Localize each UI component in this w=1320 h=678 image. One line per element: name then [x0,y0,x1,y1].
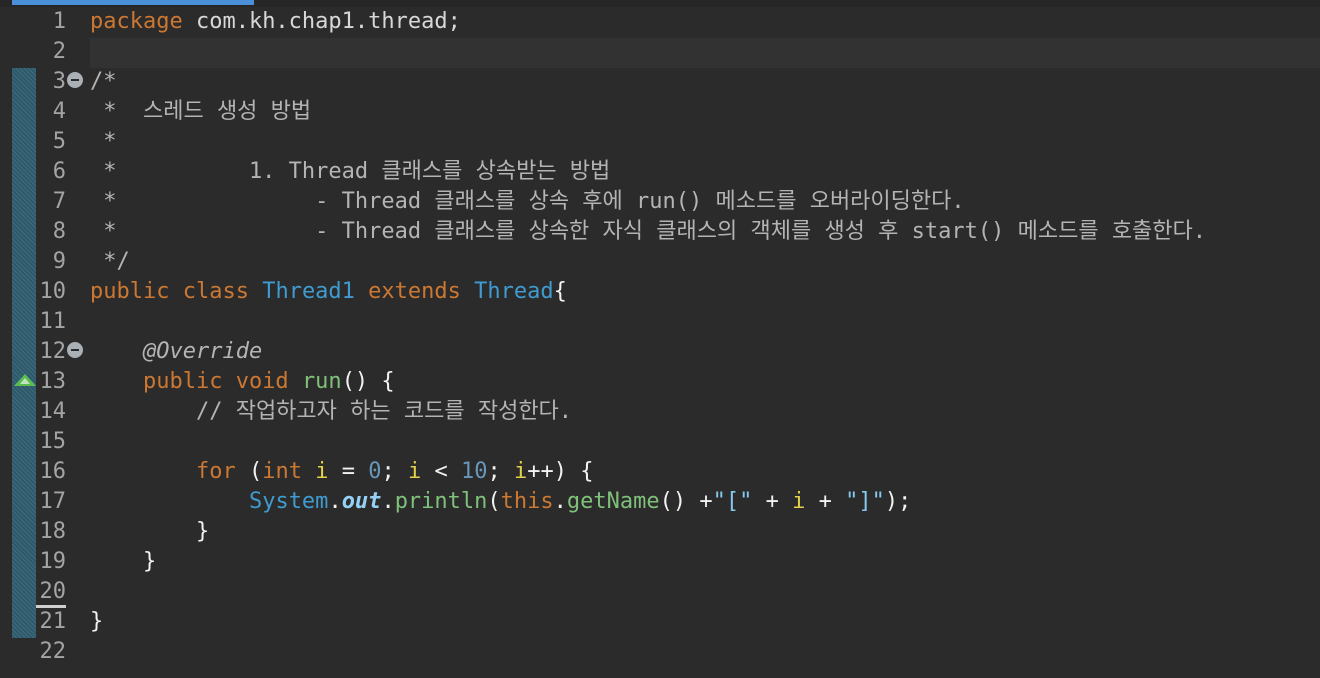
comment-line: */ [90,249,130,274]
keyword-this: this [500,489,554,514]
keyword-public-class: public class [90,279,249,304]
caret-line-marker [36,605,66,608]
code-line: } [90,607,1320,637]
collapse-icon[interactable] [67,72,83,88]
code-line: } [90,517,1320,547]
comment-line: /* [90,69,117,94]
line-number: 6 [52,159,66,184]
line-number: 14 [39,399,67,424]
superclass-name: Thread [474,279,554,304]
number-literal: 0 [368,459,382,484]
line-number: 19 [39,549,67,574]
line-number: 4 [52,99,66,124]
line-number: 7 [52,189,66,214]
line-number: 8 [52,219,66,244]
string-literal: "[" [712,489,753,514]
method-name: println [394,489,488,514]
variable-i: i [513,459,528,484]
collapse-icon[interactable] [67,342,83,358]
line-number: 2 [52,39,66,64]
keyword-extends: extends [368,279,461,304]
line-number: 1 [52,9,66,34]
line-number: 5 [52,129,66,154]
class-name: Thread1 [262,279,355,304]
brace: } [142,549,157,574]
comment-line: * 1. Thread 클래스를 상속받는 방법 [90,159,611,184]
line-number-gutter: 1 2 3 4 5 6 7 8 9 10 11 12 13 14 15 16 1… [36,7,67,667]
punctuation: ; [381,459,408,484]
line-comment: // 작업하고자 하는 코드를 작성한다. [195,399,573,424]
method-name: run [301,369,342,394]
brace: } [90,609,104,634]
code-line: // 작업하고자 하는 코드를 작성한다. [90,397,1320,427]
line-number: 17 [39,489,67,514]
number-literal: 10 [460,459,488,484]
override-marker-icon[interactable] [14,374,36,386]
punctuation: ); [884,489,912,514]
active-tab-indicator [12,0,254,5]
punctuation: () + [659,489,713,514]
class-name: System [248,489,329,514]
line-number: 15 [39,429,67,454]
code-line: for (int i = 0; i < 10; i++) { [90,457,1320,487]
brace: { [553,279,567,304]
operator: + [752,489,793,514]
code-line: @Override [90,337,1320,367]
static-field: out [341,489,382,514]
keyword-package: package [90,9,183,34]
code-line: package com.kh.chap1.thread; [90,7,1320,37]
keyword-public-void: public void [142,369,289,394]
keyword-int: int [262,459,302,484]
variable-i: i [315,459,329,484]
operator: < [421,459,461,484]
punctuation: ; [487,459,514,484]
method-name: getName [566,489,660,514]
punctuation: ++) { [527,459,594,484]
code-line: } [90,547,1320,577]
operator: = [328,459,369,484]
line-number: 10 [39,279,67,304]
punctuation: () { [341,369,395,394]
keyword-for: for [195,459,236,484]
punctuation: . [381,489,395,514]
string-literal: "]" [845,489,885,514]
annotation: @Override [142,339,263,364]
punctuation: ( [487,489,501,514]
code-line: public void run() { [90,367,1320,397]
comment-line: * [90,129,117,154]
code-text-area[interactable]: package com.kh.chap1.thread; /* * 스레드 생성… [90,7,1320,667]
line-number: 11 [39,309,67,334]
editor-tab-bar [0,0,1320,7]
line-number: 3 [52,69,66,94]
line-number: 9 [52,249,66,274]
line-number: 21 [39,609,67,634]
code-line: public class Thread1 extends Thread{ [90,277,1320,307]
operator: + [805,489,846,514]
punctuation: ( [235,459,263,484]
variable-i: i [792,489,806,514]
punctuation: . [328,489,342,514]
line-number: 13 [39,369,67,394]
code-editor[interactable]: 1 2 3 4 5 6 7 8 9 10 11 12 13 14 15 16 1… [0,0,1320,678]
variable-i: i [407,459,422,484]
code-line: System.out.println(this.getName() +"[" +… [90,487,1320,517]
change-marker-bar [12,68,36,638]
line-number: 18 [39,519,67,544]
comment-line: * - Thread 클래스를 상속한 자식 클래스의 객체를 생성 후 sta… [90,219,1207,244]
line-number: 16 [39,459,67,484]
brace: } [195,519,210,544]
line-number: 22 [39,639,67,664]
line-number: 12 [39,339,67,364]
punctuation: . [553,489,567,514]
comment-line: * 스레드 생성 방법 [90,99,312,124]
line-number: 20 [39,579,67,604]
package-name: com.kh.chap1.thread; [182,9,461,34]
comment-line: * - Thread 클래스를 상속 후에 run() 메소드를 오버라이딩한다… [90,189,965,214]
